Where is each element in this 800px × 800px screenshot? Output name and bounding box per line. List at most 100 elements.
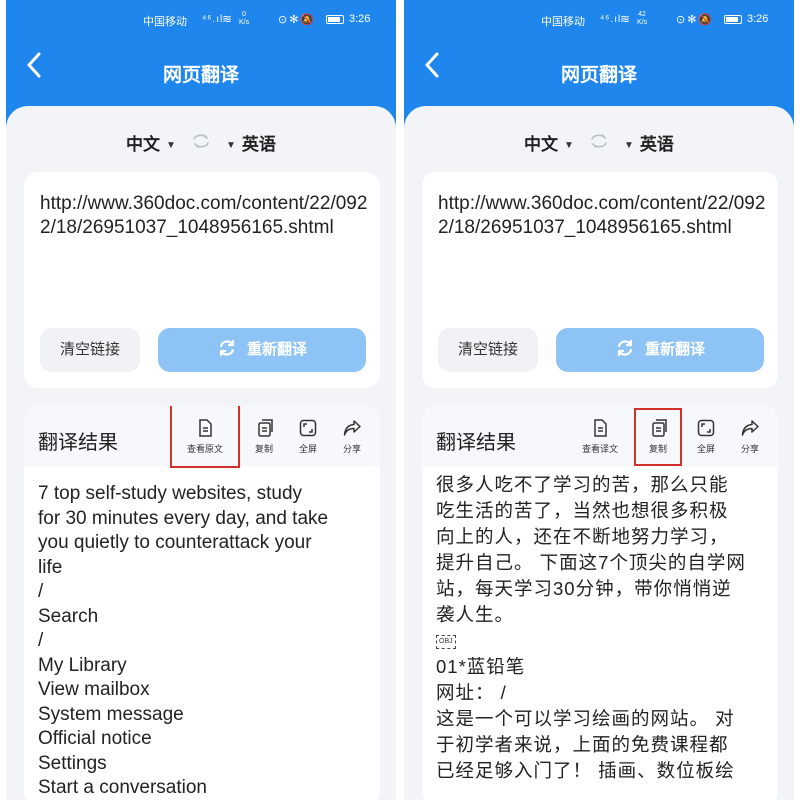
view-translation-button[interactable]: 查看译文 bbox=[578, 418, 622, 464]
fullscreen-icon bbox=[299, 419, 317, 437]
copy-label: 复制 bbox=[648, 444, 667, 454]
copy-button[interactable]: 复制 bbox=[634, 408, 682, 466]
retranslate-button[interactable]: 重新翻译 bbox=[158, 328, 366, 372]
network-speed: 0 K/s bbox=[239, 11, 250, 26]
target-language-label: 英语 bbox=[241, 135, 276, 154]
page-title: 网页翻译 bbox=[560, 65, 637, 86]
source-language-select[interactable]: 中文 ▼ bbox=[126, 130, 176, 155]
right-screen: 中国移动 ⁴⁶.ıl ≋ 42 K/s ⊙✻🔕 3:26 网页翻译 中文 ▼ ▼ 英… bbox=[404, 0, 794, 800]
network-speed: 42 K/s bbox=[637, 11, 648, 26]
retranslate-button[interactable]: 重新翻译 bbox=[556, 328, 764, 372]
fullscreen-button[interactable]: 全屏 bbox=[286, 418, 330, 464]
page-title: 网页翻译 bbox=[162, 65, 239, 86]
result-line: for 30 minutes every day, and take bbox=[38, 507, 329, 529]
result-header: 翻译结果 查看译文 复制 全屏 分享 bbox=[422, 406, 778, 466]
language-bar: 中文 ▼ ▼ 英语 bbox=[404, 130, 794, 155]
share-icon bbox=[343, 420, 361, 436]
result-line: 网址： / bbox=[436, 682, 507, 703]
battery-icon bbox=[724, 15, 742, 24]
status-icons: ⊙✻🔕 bbox=[676, 14, 715, 26]
source-language-select[interactable]: 中文 ▼ bbox=[524, 130, 574, 155]
result-line: Settings bbox=[38, 752, 107, 774]
document-icon bbox=[594, 419, 607, 437]
url-card: http://www.360doc.com/content/22/0922/18… bbox=[422, 172, 778, 388]
status-bar: 中国移动 ⁴⁶.ıl ≋ 42 K/s ⊙✻🔕 3:26 bbox=[404, 11, 794, 29]
language-bar: 中文 ▼ ▼ 英语 bbox=[6, 130, 396, 155]
clock: 3:26 bbox=[747, 13, 769, 25]
caret-down-icon: ▼ bbox=[624, 140, 634, 151]
carrier-label: 中国移动 bbox=[541, 16, 585, 28]
caret-down-icon: ▼ bbox=[564, 140, 574, 151]
swap-icon[interactable] bbox=[191, 133, 211, 149]
share-button[interactable]: 分享 bbox=[728, 418, 772, 464]
target-language-select[interactable]: ▼ 英语 bbox=[226, 130, 276, 155]
result-line: 袭人生。 bbox=[436, 604, 515, 625]
target-language-select[interactable]: ▼ 英语 bbox=[624, 130, 674, 155]
share-label: 分享 bbox=[740, 444, 759, 454]
share-button[interactable]: 分享 bbox=[330, 418, 374, 464]
result-line: System message bbox=[38, 703, 184, 725]
result-line: 提升自己。 下面这7个顶尖的自学网 bbox=[436, 552, 746, 573]
result-line: Search bbox=[38, 605, 99, 627]
target-language-label: 英语 bbox=[639, 135, 674, 154]
fullscreen-icon bbox=[697, 419, 715, 437]
caret-down-icon: ▼ bbox=[226, 140, 236, 151]
battery-icon bbox=[326, 15, 344, 24]
view-original-label: 查看原文 bbox=[186, 444, 223, 454]
result-card: 翻译结果 查看原文 复制 全屏 分享 7 top self-study webs… bbox=[24, 406, 380, 800]
wifi-icon: ≋ bbox=[620, 12, 631, 26]
result-line: life bbox=[38, 556, 63, 578]
result-line: 7 top self-study websites, study bbox=[38, 483, 303, 504]
caret-down-icon: ▼ bbox=[166, 140, 176, 151]
status-icons: ⊙✻🔕 bbox=[278, 14, 317, 26]
result-line: 向上的人，还在不断地努力学习， bbox=[436, 526, 729, 547]
source-language-label: 中文 bbox=[524, 135, 558, 154]
retranslate-label: 重新翻译 bbox=[644, 341, 705, 358]
result-line: My Library bbox=[38, 654, 127, 676]
share-icon bbox=[741, 420, 759, 436]
result-title: 翻译结果 bbox=[436, 432, 516, 454]
view-original-button[interactable]: 查看原文 bbox=[170, 406, 240, 468]
result-line: 吃生活的苦了，当然也想很多积极 bbox=[436, 500, 729, 521]
result-line: you quietly to counterattack your bbox=[38, 532, 312, 553]
result-line: 已经足够入门了！ 插画、数位板绘 bbox=[436, 760, 735, 781]
image-placeholder-line: OBJ bbox=[436, 628, 770, 654]
object-placeholder: OBJ bbox=[436, 635, 456, 650]
clear-link-button[interactable]: 清空链接 bbox=[438, 328, 538, 372]
fullscreen-label: 全屏 bbox=[696, 444, 715, 454]
url-card: http://www.360doc.com/content/22/0922/18… bbox=[24, 172, 380, 388]
result-line: 很多人吃不了学习的苦，那么只能 bbox=[436, 474, 729, 495]
signal-icon: ⁴⁶.ıl bbox=[600, 14, 622, 25]
result-card: 翻译结果 查看译文 复制 全屏 分享 很多人吃不了学习的苦，那么只能 吃生活的苦… bbox=[422, 406, 778, 800]
carrier-label: 中国移动 bbox=[143, 16, 187, 28]
refresh-icon bbox=[219, 339, 235, 357]
fullscreen-button[interactable]: 全屏 bbox=[684, 418, 728, 464]
clear-link-button[interactable]: 清空链接 bbox=[40, 328, 140, 372]
copy-label: 复制 bbox=[254, 444, 273, 454]
copy-icon bbox=[258, 419, 273, 437]
result-line: / bbox=[38, 630, 44, 651]
url-input[interactable]: http://www.360doc.com/content/22/0922/18… bbox=[438, 192, 768, 240]
status-bar: 中国移动 ⁴⁶.ıl ≋ 0 K/s ⊙✻🔕 3:26 bbox=[6, 11, 396, 29]
result-line: 这是一个可以学习绘画的网站。 对 bbox=[436, 708, 735, 729]
fullscreen-label: 全屏 bbox=[298, 444, 317, 454]
left-screen: 中国移动 ⁴⁶.ıl ≋ 0 K/s ⊙✻🔕 3:26 网页翻译 中文 ▼ ▼ 英语… bbox=[6, 0, 396, 800]
translation-result-text: 7 top self-study websites, study for 30 … bbox=[38, 482, 372, 800]
view-translation-label: 查看译文 bbox=[581, 444, 618, 454]
result-line: 站，每天学习30分钟，带你悄悄逆 bbox=[436, 578, 732, 599]
retranslate-label: 重新翻译 bbox=[246, 341, 307, 358]
copy-icon bbox=[652, 419, 667, 437]
url-input[interactable]: http://www.360doc.com/content/22/0922/18… bbox=[40, 192, 370, 240]
result-line: / bbox=[38, 581, 44, 602]
source-language-label: 中文 bbox=[126, 135, 160, 154]
wifi-icon: ≋ bbox=[222, 12, 233, 26]
result-title: 翻译结果 bbox=[38, 432, 118, 454]
result-line: Official notice bbox=[38, 728, 152, 749]
result-line: 于初学者来说，上面的免费课程都 bbox=[436, 734, 729, 755]
document-icon bbox=[199, 419, 212, 437]
copy-button[interactable]: 复制 bbox=[242, 418, 286, 464]
share-label: 分享 bbox=[342, 444, 361, 454]
result-header: 翻译结果 查看原文 复制 全屏 分享 bbox=[24, 406, 380, 468]
signal-icon: ⁴⁶.ıl bbox=[202, 14, 224, 25]
swap-icon[interactable] bbox=[589, 133, 609, 149]
